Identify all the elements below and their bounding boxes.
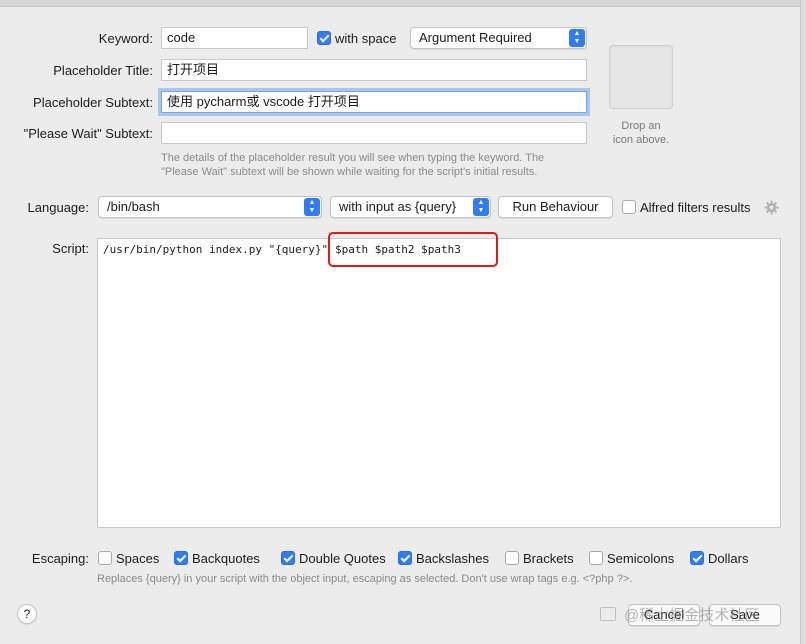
- placeholder-hint-line2: "Please Wait" subtext will be shown whil…: [161, 166, 538, 178]
- escape-backquotes-label: Backquotes: [192, 551, 260, 566]
- with-space-label: with space: [335, 31, 397, 46]
- escape-double-quotes-label: Double Quotes: [299, 551, 386, 566]
- icon-drop-hint-line1: Drop an: [621, 120, 661, 132]
- escape-brackets-checkbox[interactable]: [505, 551, 519, 565]
- placeholder-subtext-input[interactable]: 使用 pycharm或 vscode 打开项目: [161, 91, 587, 113]
- escape-spaces-label: Spaces: [116, 551, 160, 566]
- escape-dollars-label: Dollars: [708, 551, 749, 566]
- updown-arrows-icon: ▲ ▼: [569, 29, 585, 47]
- script-label: Script:: [52, 241, 89, 256]
- escape-semicolons-label: Semicolons: [607, 551, 675, 566]
- keyword-input[interactable]: code: [161, 27, 308, 49]
- escape-backslashes-label: Backslashes: [416, 551, 489, 566]
- help-button[interactable]: ?: [17, 604, 37, 624]
- window-right-edge: [800, 0, 806, 644]
- placeholder-hint-line1: The details of the placeholder result yo…: [161, 152, 545, 164]
- argument-select-value: Argument Required: [419, 30, 532, 45]
- placeholder-title-input[interactable]: 打开项目: [161, 59, 587, 81]
- escape-semicolons-checkbox[interactable]: [589, 551, 603, 565]
- alfred-filters-checkbox[interactable]: [622, 200, 636, 214]
- input-mode-select-value: with input as {query}: [339, 199, 457, 214]
- escape-backslashes-checkbox[interactable]: [398, 551, 412, 565]
- placeholder-title-label: Placeholder Title:: [53, 63, 153, 78]
- window-top-edge: [0, 0, 806, 7]
- language-select[interactable]: /bin/bash ▲ ▼: [98, 196, 322, 218]
- keyword-label: Keyword:: [98, 31, 153, 46]
- escape-double-quotes-checkbox[interactable]: [281, 551, 295, 565]
- escape-spaces-checkbox[interactable]: [98, 551, 112, 565]
- highlight-box: [328, 232, 498, 267]
- placeholder-subtext-label: Placeholder Subtext:: [33, 95, 153, 110]
- language-select-value: /bin/bash: [107, 199, 160, 214]
- icon-drop-hint: Drop an icon above.: [600, 119, 682, 147]
- input-mode-select[interactable]: with input as {query} ▲ ▼: [330, 196, 491, 218]
- script-editor[interactable]: [97, 238, 781, 528]
- please-wait-subtext-input[interactable]: [161, 122, 587, 144]
- with-space-checkbox[interactable]: [317, 31, 331, 45]
- run-behaviour-button[interactable]: Run Behaviour: [498, 196, 613, 218]
- language-label: Language:: [27, 200, 89, 215]
- please-wait-subtext-label: "Please Wait" Subtext:: [23, 126, 153, 141]
- escape-brackets-label: Brackets: [523, 551, 574, 566]
- icon-drop-well[interactable]: [609, 45, 673, 109]
- argument-select[interactable]: Argument Required ▲ ▼: [410, 27, 587, 49]
- updown-arrows-icon: ▲ ▼: [304, 198, 320, 216]
- gear-icon[interactable]: [764, 200, 779, 215]
- alfred-filters-label: Alfred filters results: [640, 200, 751, 215]
- icon-drop-hint-line2: icon above.: [612, 134, 670, 146]
- updown-arrows-icon: ▲ ▼: [473, 198, 489, 216]
- watermark-text: @稀土掘金技术社区: [624, 607, 760, 624]
- escape-backquotes-checkbox[interactable]: [174, 551, 188, 565]
- watermark-logo-icon: [600, 607, 616, 621]
- escaping-note: Replaces {query} in your script with the…: [97, 573, 633, 585]
- escape-dollars-checkbox[interactable]: [690, 551, 704, 565]
- script-code-prefix: /usr/bin/python index.py "{query}": [103, 243, 329, 256]
- escaping-label: Escaping:: [31, 551, 89, 566]
